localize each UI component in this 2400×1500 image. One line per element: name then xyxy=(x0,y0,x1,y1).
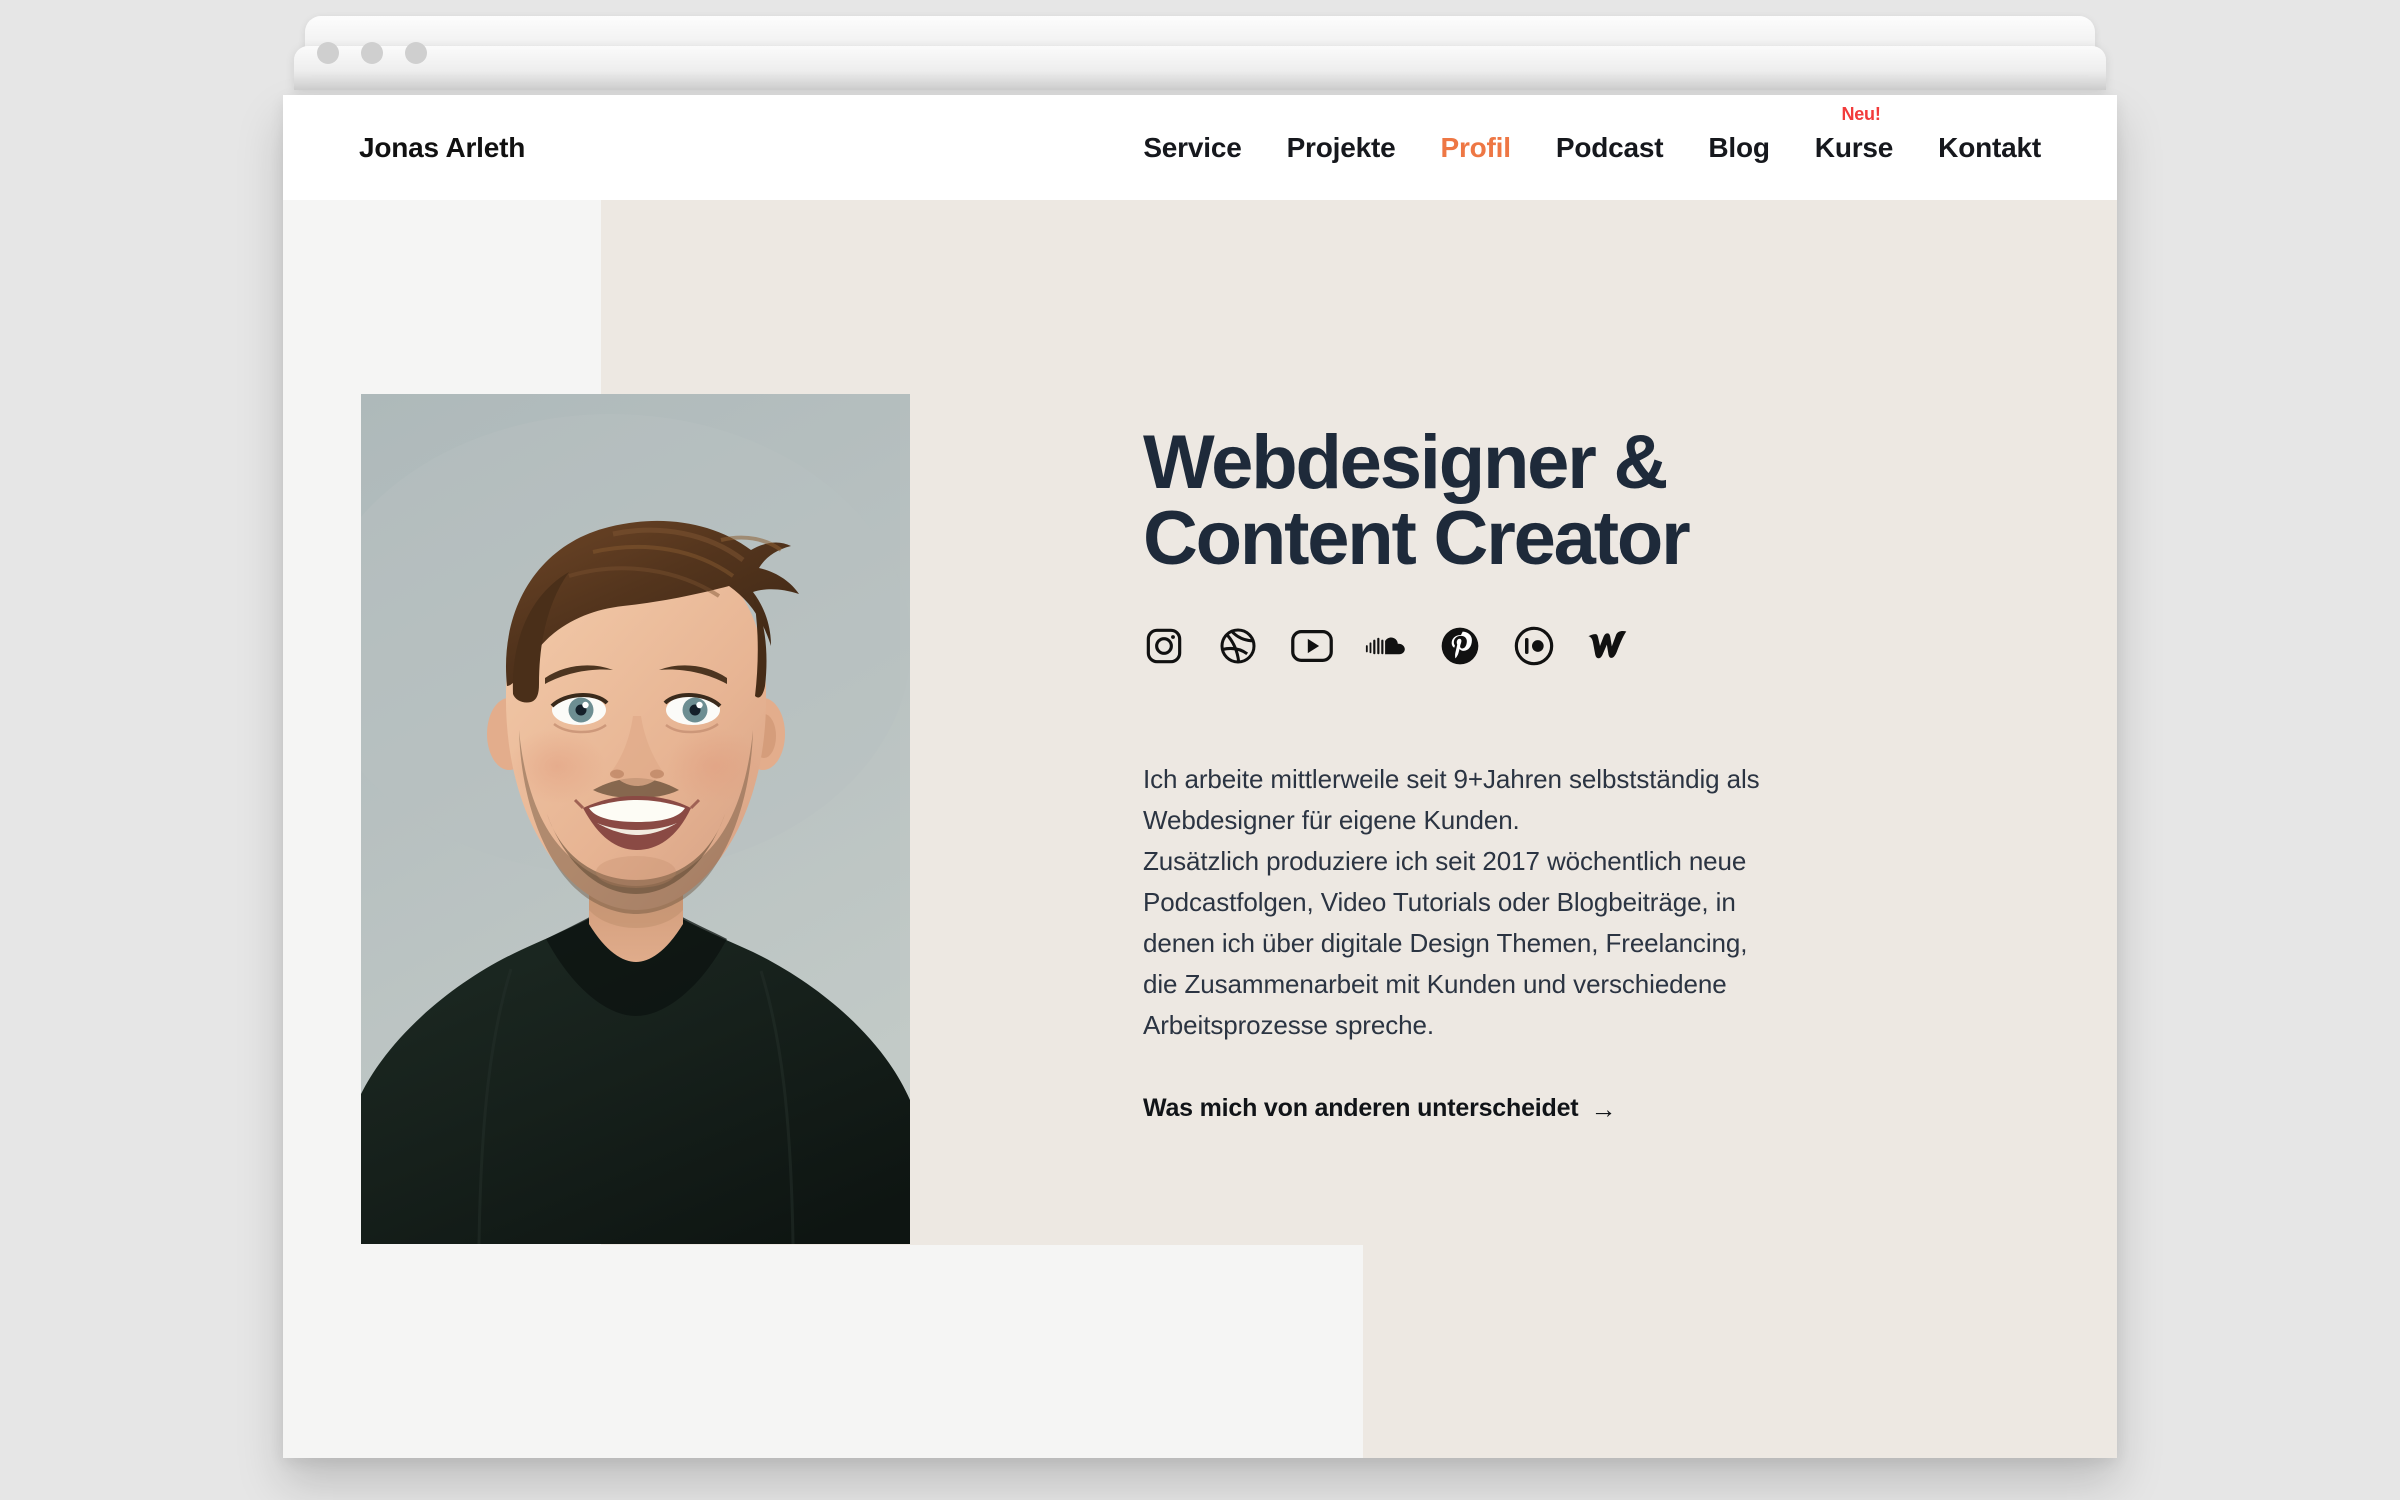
nav-item-kurse[interactable]: Kurse Neu! xyxy=(1814,104,1894,164)
page-title-line-1: Webdesigner & xyxy=(1143,420,1668,505)
site-header: Jonas Arleth Service Projekte Profil Pod… xyxy=(283,95,2117,200)
hero-description-line-7: Arbeitsprozesse spreche. xyxy=(1143,1010,1434,1040)
webflow-icon[interactable] xyxy=(1587,625,1629,667)
browser-chrome-bar xyxy=(294,46,2106,90)
window-controls xyxy=(317,42,427,64)
instagram-icon[interactable] xyxy=(1143,625,1185,667)
social-links xyxy=(1143,625,2003,667)
nav-item-blog[interactable]: Blog xyxy=(1708,132,1770,164)
hero-description-line-5: denen ich über digitale Design Themen, F… xyxy=(1143,928,1748,958)
page-title: Webdesigner & Content Creator xyxy=(1143,425,2003,577)
nav-item-profil[interactable]: Profil xyxy=(1440,132,1511,164)
site-logo[interactable]: Jonas Arleth xyxy=(359,132,525,164)
youtube-icon[interactable] xyxy=(1291,625,1333,667)
nav-item-projekte[interactable]: Projekte xyxy=(1287,132,1396,164)
hero-section: Webdesigner & Content Creator Ich arbeit… xyxy=(1143,95,2003,1123)
profile-portrait-photo xyxy=(361,394,910,1244)
nav-badge-neu: Neu! xyxy=(1841,103,1881,124)
nav-item-kontakt[interactable]: Kontakt xyxy=(1938,132,2041,164)
page-title-line-2: Content Creator xyxy=(1143,496,1691,581)
patreon-icon[interactable] xyxy=(1513,625,1555,667)
background-panel-lower-left xyxy=(283,1245,1363,1458)
hero-cta-link[interactable]: Was mich von anderen unterscheidet → xyxy=(1143,1094,1616,1123)
hero-description-line-1: Ich arbeite mittlerweile seit 9+Jahren s… xyxy=(1143,764,1760,794)
hero-description-line-6: die Zusammenarbeit mit Kunden und versch… xyxy=(1143,969,1727,999)
pinterest-icon[interactable] xyxy=(1439,625,1481,667)
dribbble-icon[interactable] xyxy=(1217,625,1259,667)
nav-item-service[interactable]: Service xyxy=(1143,132,1241,164)
hero-description-line-4: Podcastfolgen, Video Tutorials oder Blog… xyxy=(1143,887,1736,917)
window-maximize-dot[interactable] xyxy=(405,42,427,64)
nav-item-kurse-label: Kurse xyxy=(1814,131,1894,163)
hero-description-line-3: Zusätzlich produziere ich seit 2017 wöch… xyxy=(1143,846,1747,876)
nav-item-podcast[interactable]: Podcast xyxy=(1556,132,1664,164)
arrow-right-icon: → xyxy=(1590,1093,1617,1124)
browser-window: Jonas Arleth Service Projekte Profil Pod… xyxy=(283,16,2117,1458)
website-viewport: Jonas Arleth Service Projekte Profil Pod… xyxy=(283,95,2117,1458)
window-minimize-dot[interactable] xyxy=(361,42,383,64)
hero-description: Ich arbeite mittlerweile seit 9+Jahren s… xyxy=(1143,759,1903,1046)
main-navigation: Service Projekte Profil Podcast Blog Kur… xyxy=(1143,104,2041,164)
hero-cta-label: Was mich von anderen unterscheidet xyxy=(1143,1094,1579,1122)
soundcloud-icon[interactable] xyxy=(1365,625,1407,667)
hero-description-line-2: Webdesigner für eigene Kunden. xyxy=(1143,805,1520,835)
window-close-dot[interactable] xyxy=(317,42,339,64)
